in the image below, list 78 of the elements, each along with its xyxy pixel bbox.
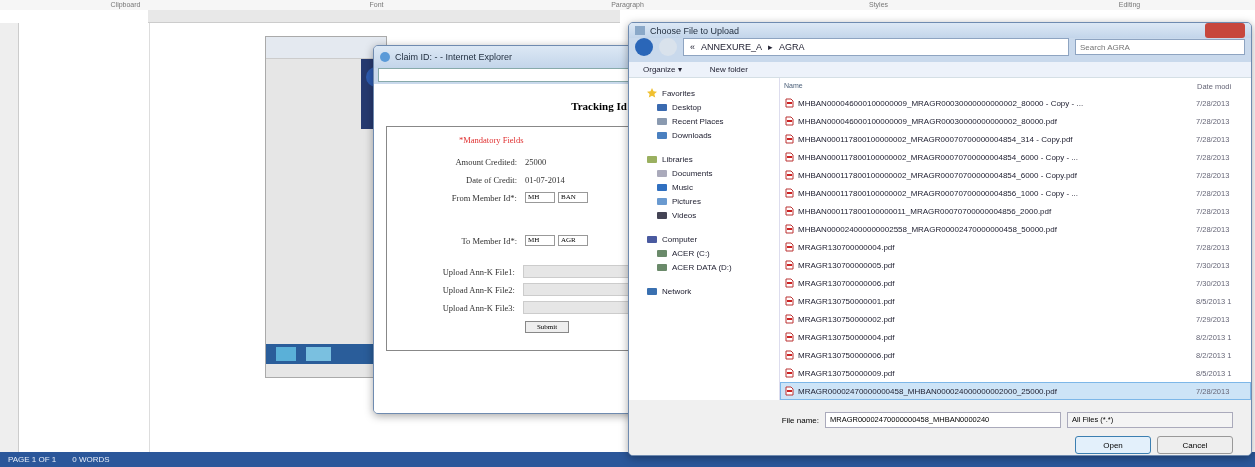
file-name: MRAGR130750000009.pdf	[798, 368, 895, 378]
pdf-file-icon	[785, 332, 794, 343]
pdf-file-icon	[785, 224, 794, 235]
mandatory-note: *Mandatory Fields	[459, 135, 525, 145]
pdf-file-icon	[785, 260, 794, 271]
browser-icon	[380, 52, 390, 62]
pdf-file-icon	[785, 98, 794, 109]
pdf-file-icon	[785, 368, 794, 379]
nav-item[interactable]: Recent Places	[629, 114, 779, 129]
file-name: MRAGR130750000006.pdf	[798, 350, 895, 360]
open-button[interactable]: Open	[1075, 436, 1151, 455]
cancel-button[interactable]: Cancel	[1157, 436, 1233, 455]
file-name: MHBAN000117800100000002_MRAGR00070700000004854_314 - Copy.pdf	[798, 134, 1073, 144]
file-name: MRAGR130700000005.pdf	[798, 260, 895, 270]
nav-item[interactable]: Documents	[629, 166, 779, 181]
toolbar-button[interactable]: Organize ▾	[643, 65, 682, 75]
pdf-file-icon	[785, 296, 794, 307]
nav-item[interactable]: Videos	[629, 208, 779, 223]
nav-item[interactable]: Network	[629, 284, 779, 299]
star-icon	[647, 88, 657, 99]
back-button[interactable]	[635, 38, 653, 57]
file-name: MRAGR130750000004.pdf	[798, 332, 895, 342]
search-field[interactable]: Search AGRA	[1075, 39, 1245, 56]
pdf-file-icon	[785, 116, 794, 127]
file-name: MHBAN000117800100000002_MRAGR00070700000004854_6000 - Copy - ...	[798, 152, 1079, 162]
close-button[interactable]	[1205, 23, 1245, 39]
file-name: MRAGR00002470000000458_MHBAN000024000000002000_25000.pdf	[798, 386, 1057, 396]
field-label: To Member Id*:	[460, 235, 518, 246]
file-name: MRAGR130750000002.pdf	[798, 314, 895, 324]
pdf-file-icon	[785, 206, 794, 217]
status-text: 0 WORDS	[72, 455, 110, 464]
field-value: 25000	[525, 156, 547, 167]
address-bar[interactable]: « ANNEXURE_A ▸ AGRA	[683, 38, 1069, 57]
status-text: PAGE 1 OF 1	[8, 455, 57, 464]
file-name: MHBAN000046000100000009_MRAGR00030000000000002_80000.pdf	[798, 116, 1057, 126]
folder-icon	[635, 26, 645, 36]
file-name: MHBAN000117800100000002_MRAGR00070700000004854_6000 - Copy.pdf	[798, 170, 1078, 180]
file-name: MRAGR130750000001.pdf	[798, 296, 895, 306]
pdf-file-icon	[785, 152, 794, 163]
pdf-file-icon	[785, 314, 794, 325]
breadcrumb[interactable]: ANNEXURE_A	[701, 42, 763, 53]
breadcrumb[interactable]: AGRA	[779, 42, 805, 53]
file-name: MHBAN000046000100000009_MRAGR00030000000000002_80000 - Copy - ...	[798, 98, 1084, 108]
file-name: MHBAN000117800100000011_MRAGR00070700000004856_2000.pdf	[798, 206, 1052, 216]
pdf-file-icon	[785, 134, 794, 145]
nav-item[interactable]: Favorites	[629, 86, 779, 101]
dialog-title: Choose File to Upload	[650, 25, 740, 36]
breadcrumb[interactable]: ▸	[768, 42, 774, 53]
file-name: MHBAN000024000000002558_MRAGR00002470000000458_50000.pdf	[798, 224, 1057, 234]
nav-item[interactable]: ACER (C:)	[629, 246, 779, 261]
field-value: 01-07-2014	[525, 174, 565, 185]
file-name: MRAGR130700000004.pdf	[798, 242, 895, 252]
nav-item[interactable]: Downloads	[629, 128, 779, 143]
toolbar-button[interactable]: New folder	[709, 65, 748, 75]
field-label: Upload Ann-K File2:	[441, 284, 516, 295]
field-label: Upload Ann-K File1:	[441, 266, 516, 277]
window-title: Claim ID: - - Internet Explorer	[395, 52, 513, 62]
file-name: MHBAN000117800100000002_MRAGR00070700000004856_1000 - Copy - ...	[798, 188, 1079, 198]
nav-item[interactable]: Computer	[629, 232, 779, 247]
breadcrumb[interactable]: «	[690, 42, 695, 53]
field-label: Date of Credit:	[465, 174, 518, 185]
field-label: Upload Ann-K File3:	[441, 302, 516, 313]
page-heading: Tracking Id	[571, 100, 627, 112]
pdf-file-icon	[785, 350, 794, 361]
pdf-file-icon	[785, 188, 794, 199]
nav-item[interactable]: Libraries	[629, 152, 779, 167]
pdf-file-icon	[785, 278, 794, 289]
field-label: Amount Credited:	[454, 156, 518, 167]
field-label: File name:	[781, 415, 819, 425]
nav-item[interactable]: Pictures	[629, 194, 779, 209]
nav-item[interactable]: Music	[629, 180, 779, 195]
field-label: From Member Id*:	[450, 192, 518, 203]
nav-item[interactable]: ACER DATA (D:)	[629, 260, 779, 275]
pdf-file-icon	[785, 170, 794, 181]
pdf-file-icon	[785, 242, 794, 253]
nav-item[interactable]: Desktop	[629, 100, 779, 115]
file-name: MRAGR130700000006.pdf	[798, 278, 895, 288]
pdf-file-icon	[785, 386, 794, 397]
